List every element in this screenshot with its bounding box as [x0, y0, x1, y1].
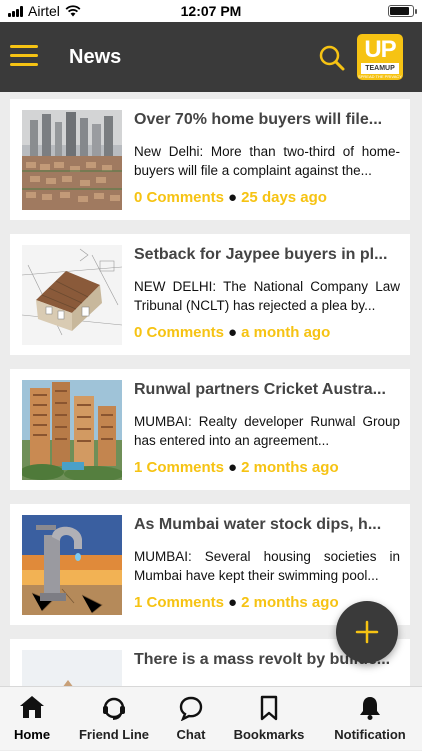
- tab-bookmarks[interactable]: Bookmarks: [226, 687, 312, 751]
- battery-icon: [388, 5, 417, 17]
- bell-icon: [360, 697, 380, 720]
- app-logo: UP TEAMUP SPREAD THE PRIVACY: [357, 34, 403, 80]
- comment-count[interactable]: 1 Comments: [134, 594, 224, 611]
- comment-count[interactable]: 0 Comments: [134, 324, 224, 341]
- news-meta: 0 Comments ● a month ago: [134, 324, 330, 341]
- news-age: 2 months ago: [241, 459, 339, 476]
- news-excerpt: NEW DELHI: The National Company Law Trib…: [134, 279, 400, 313]
- app-header: News UP TEAMUP SPREAD THE PRIVACY: [0, 22, 422, 92]
- bottom-tab-bar: Home Friend Line Chat Bookmarks Notifica…: [0, 686, 422, 750]
- headset-icon: [103, 697, 125, 720]
- news-card[interactable]: Runwal partners Cricket Austra... MUMBAI…: [10, 369, 410, 490]
- meta-separator: ●: [228, 189, 238, 206]
- tab-chat[interactable]: Chat: [166, 687, 216, 751]
- news-excerpt: MUMBAI: Several housing societies in Mum…: [134, 549, 400, 583]
- news-age: 25 days ago: [241, 189, 327, 206]
- tab-notification-label: Notification: [334, 727, 406, 742]
- news-thumbnail: [22, 650, 122, 686]
- chat-icon: [179, 696, 203, 721]
- news-meta: 1 Comments ● 2 months ago: [134, 594, 339, 611]
- news-excerpt: New Delhi: More than two-third of home-b…: [134, 144, 400, 178]
- tab-chat-label: Chat: [176, 727, 206, 742]
- clock: 12:07 PM: [180, 3, 242, 19]
- meta-separator: ●: [228, 594, 238, 611]
- tab-bookmarks-label: Bookmarks: [233, 727, 305, 742]
- bookmark-icon: [260, 695, 278, 721]
- comment-count[interactable]: 0 Comments: [134, 189, 224, 206]
- tab-friend-line[interactable]: Friend Line: [72, 687, 156, 751]
- news-age: a month ago: [241, 324, 331, 341]
- meta-separator: ●: [228, 459, 238, 476]
- news-headline: As Mumbai water stock dips, h...: [134, 516, 382, 533]
- news-meta: 0 Comments ● 25 days ago: [134, 189, 327, 206]
- tab-notification[interactable]: Notification: [326, 687, 414, 751]
- news-thumbnail: [22, 380, 122, 480]
- tab-friend-line-label: Friend Line: [78, 727, 150, 742]
- news-headline: Over 70% home buyers will file...: [134, 111, 383, 128]
- news-thumbnail: [22, 515, 122, 615]
- add-button[interactable]: [336, 601, 398, 663]
- news-feed[interactable]: Over 70% home buyers will file... New De…: [0, 92, 422, 686]
- news-headline: Runwal partners Cricket Austra...: [134, 381, 386, 398]
- comment-count[interactable]: 1 Comments: [134, 459, 224, 476]
- news-meta: 1 Comments ● 2 months ago: [134, 459, 339, 476]
- news-age: 2 months ago: [241, 594, 339, 611]
- news-thumbnail: [22, 245, 122, 345]
- news-card[interactable]: Setback for Jaypee buyers in pl... NEW D…: [10, 234, 410, 355]
- tab-home-label: Home: [13, 727, 51, 742]
- tab-home[interactable]: Home: [0, 687, 64, 751]
- home-icon: [20, 696, 44, 718]
- status-bar: Airtel 12:07 PM: [0, 0, 422, 22]
- meta-separator: ●: [228, 324, 238, 341]
- news-headline: Setback for Jaypee buyers in pl...: [134, 246, 388, 263]
- news-thumbnail: [22, 110, 122, 210]
- menu-icon[interactable]: [10, 45, 38, 67]
- news-card[interactable]: Over 70% home buyers will file... New De…: [10, 99, 410, 220]
- search-icon[interactable]: [318, 44, 346, 72]
- plus-icon: [355, 620, 379, 644]
- news-excerpt: MUMBAI: Realty developer Runwal Group ha…: [134, 414, 400, 448]
- page-title: News: [69, 46, 122, 68]
